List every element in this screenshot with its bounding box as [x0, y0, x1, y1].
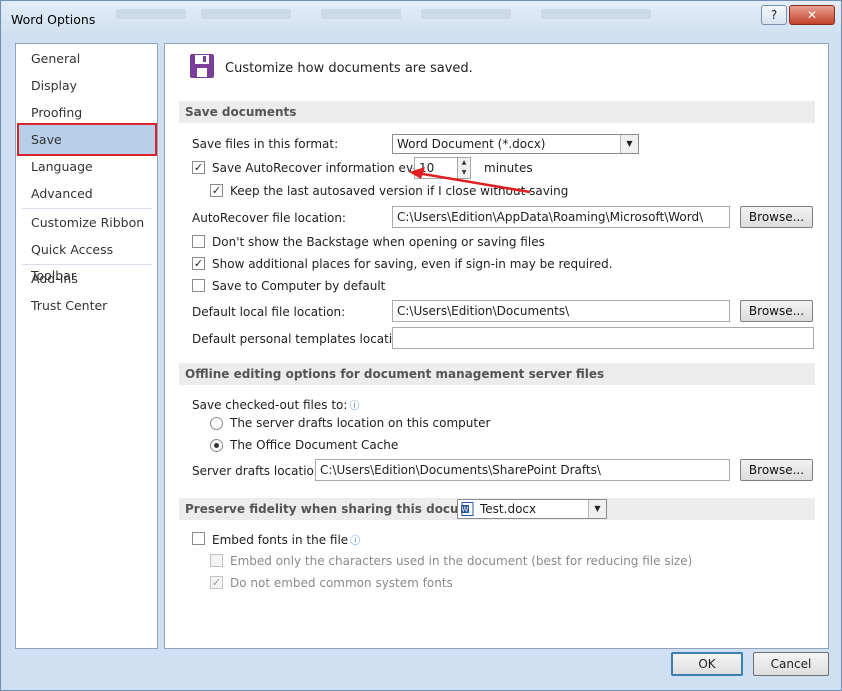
title-bar-blur — [116, 9, 186, 19]
default-templates-location-input[interactable] — [392, 327, 814, 349]
keep-last-autosaved-checkbox[interactable]: ✓ — [210, 184, 223, 197]
sidebar: General Display Proofing Save Language A… — [15, 43, 158, 649]
sidebar-item-language[interactable]: Language — [17, 154, 156, 180]
section-offline-editing: Offline editing options for document man… — [179, 363, 815, 385]
fidelity-document-select[interactable]: W Test.docx ▼ — [457, 499, 607, 519]
autorecover-location-label: AutoRecover file location: — [192, 211, 346, 225]
embed-fonts-checkbox[interactable] — [192, 532, 205, 545]
svg-text:W: W — [462, 506, 469, 514]
info-icon: ⓘ — [350, 536, 361, 547]
title-bar: Word Options ? ✕ — [1, 1, 841, 37]
annotation-arrow — [409, 167, 531, 194]
chevron-down-icon: ▼ — [620, 135, 638, 153]
section-save-documents: Save documents — [179, 101, 815, 123]
sidebar-divider — [22, 264, 152, 265]
default-local-browse-button[interactable]: Browse... — [740, 300, 813, 322]
default-local-location-label: Default local file location: — [192, 305, 346, 319]
radio-office-document-cache[interactable] — [210, 439, 223, 452]
additional-places-checkbox[interactable]: ✓ — [192, 257, 205, 270]
chevron-down-icon: ▼ — [588, 500, 606, 518]
save-checked-out-label: Save checked-out files to: ⓘ — [192, 398, 360, 412]
sidebar-item-display[interactable]: Display — [17, 73, 156, 99]
save-format-value: Word Document (*.docx) — [397, 137, 546, 151]
save-to-computer-checkbox[interactable] — [192, 279, 205, 292]
autorecover-browse-button[interactable]: Browse... — [740, 206, 813, 228]
server-drafts-location-label: Server drafts location: — [192, 464, 326, 478]
autorecover-label: Save AutoRecover information every — [212, 161, 433, 175]
sidebar-item-customize-ribbon[interactable]: Customize Ribbon — [17, 210, 156, 236]
sidebar-item-add-ins[interactable]: Add-Ins — [17, 266, 156, 292]
save-format-select[interactable]: Word Document (*.docx) ▼ — [392, 134, 639, 154]
do-not-embed-system-fonts-label: Do not embed common system fonts — [230, 576, 453, 590]
server-drafts-browse-button[interactable]: Browse... — [740, 459, 813, 481]
default-local-location-input[interactable]: C:\Users\Edition\Documents\ — [392, 300, 730, 322]
page-heading: Customize how documents are saved. — [225, 61, 473, 76]
save-disk-icon — [190, 54, 214, 78]
embed-fonts-label: Embed fonts in the file ⓘ — [212, 533, 361, 547]
server-drafts-location-input[interactable]: C:\Users\Edition\Documents\SharePoint Dr… — [315, 459, 730, 481]
info-icon: ⓘ — [349, 401, 360, 412]
sidebar-divider — [22, 208, 152, 209]
ok-button[interactable]: OK — [671, 652, 743, 676]
help-button[interactable]: ? — [761, 5, 787, 25]
title-bar-blur — [421, 9, 511, 19]
sidebar-item-trust-center[interactable]: Trust Center — [17, 293, 156, 319]
title-bar-blur — [321, 9, 401, 19]
sidebar-item-general[interactable]: General — [17, 46, 156, 72]
save-to-computer-label: Save to Computer by default — [212, 279, 386, 293]
embed-only-used-characters-checkbox[interactable] — [210, 554, 223, 567]
sidebar-item-quick-access-toolbar[interactable]: Quick Access Toolbar — [17, 237, 156, 283]
title-bar-blur — [541, 9, 651, 19]
embed-only-used-characters-label: Embed only the characters used in the do… — [230, 554, 693, 568]
default-templates-location-label: Default personal templates location: — [192, 332, 412, 346]
cancel-button[interactable]: Cancel — [753, 652, 829, 676]
fidelity-document-value: Test.docx — [480, 502, 537, 516]
radio-server-drafts[interactable] — [210, 417, 223, 430]
window-title: Word Options — [11, 12, 96, 27]
sidebar-item-save[interactable]: Save — [17, 123, 157, 156]
backstage-label: Don't show the Backstage when opening or… — [212, 235, 545, 249]
main-content: Customize how documents are saved. Save … — [164, 43, 829, 649]
radio-office-document-cache-label: The Office Document Cache — [230, 438, 399, 452]
additional-places-label: Show additional places for saving, even … — [212, 257, 613, 271]
word-options-dialog: Word Options ? ✕ General Display Proofin… — [0, 0, 842, 691]
backstage-checkbox[interactable] — [192, 235, 205, 248]
do-not-embed-system-fonts-checkbox[interactable]: ✓ — [210, 576, 223, 589]
title-bar-blur — [201, 9, 291, 19]
sidebar-item-advanced[interactable]: Advanced — [17, 181, 156, 207]
save-format-label: Save files in this format: — [192, 137, 339, 151]
radio-server-drafts-label: The server drafts location on this compu… — [230, 416, 491, 430]
autorecover-location-input[interactable]: C:\Users\Edition\AppData\Roaming\Microso… — [392, 206, 730, 228]
close-button[interactable]: ✕ — [789, 5, 835, 25]
word-document-icon: W — [461, 502, 474, 516]
autorecover-checkbox[interactable]: ✓ — [192, 161, 205, 174]
